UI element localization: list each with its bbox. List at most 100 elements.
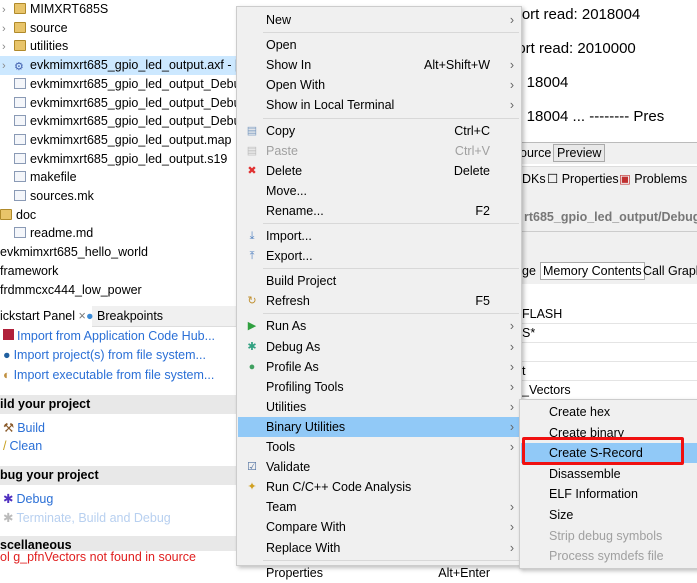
- menu-item-show-in-local-terminal[interactable]: Show in Local Terminal ›: [238, 95, 520, 115]
- tab-properties[interactable]: ☐ Properties: [547, 167, 619, 191]
- refresh-icon: ↻: [247, 295, 257, 308]
- chevron-right-icon: ›: [509, 78, 514, 93]
- tree-item-label: makefile: [30, 170, 77, 185]
- import-from-app-code-hub-link[interactable]: Import from Application Code Hub...: [3, 329, 215, 343]
- link-label: Build: [17, 421, 46, 435]
- menu-item-run-c-c-code-analysis[interactable]: ✦ Run C/C++ Code Analysis: [238, 477, 520, 497]
- menu-item-copy[interactable]: ▤ Copy Ctrl+C: [238, 121, 520, 141]
- chevron-right-icon[interactable]: ›: [2, 20, 14, 39]
- menu-item-delete[interactable]: ✖ Delete Delete: [238, 161, 520, 181]
- menu-item-move[interactable]: Move...: [238, 181, 520, 201]
- menu-item-label: Copy: [266, 123, 296, 138]
- memory-row-label: t: [522, 364, 526, 378]
- chevron-right-icon: ›: [509, 379, 514, 394]
- tab-call-graph[interactable]: Call Graph: [643, 264, 697, 278]
- tree-item-label: utilities: [30, 39, 69, 54]
- copy-icon: ▤: [246, 124, 258, 137]
- tree-item-label: MIMXRT685S: [30, 2, 109, 16]
- menu-item-run-as[interactable]: ▶ Run As ›: [238, 316, 520, 336]
- build-link[interactable]: ⚒ Build: [3, 420, 45, 435]
- submenu-item-elf-information[interactable]: ELF Information: [521, 484, 697, 504]
- menu-item-shortcut: Alt+Enter: [438, 565, 490, 580]
- memory-row[interactable]: S*: [500, 324, 697, 343]
- chevron-right-icon[interactable]: ›: [2, 57, 14, 76]
- memory-row[interactable]: FLASH: [500, 305, 697, 324]
- menu-item-show-in[interactable]: Show In Alt+Shift+W ›: [238, 55, 520, 75]
- file-icon: [14, 96, 26, 108]
- menu-item-shortcut: F5: [475, 294, 490, 309]
- menu-item-replace-with[interactable]: Replace With ›: [238, 538, 520, 558]
- menu-item-profiling-tools[interactable]: Profiling Tools ›: [238, 377, 520, 397]
- menu-item-rename[interactable]: Rename... F2: [238, 201, 520, 221]
- menu-item-new[interactable]: New ›: [238, 10, 520, 30]
- tab-label: Properties: [561, 172, 619, 186]
- menu-item-label: Compare With: [266, 520, 346, 535]
- tab-breakpoints[interactable]: ● Breakpoints: [86, 306, 163, 326]
- menu-item-label: Replace With: [266, 540, 341, 555]
- chevron-right-icon[interactable]: ›: [2, 1, 14, 20]
- tab-memory-contents[interactable]: Memory Contents: [540, 262, 645, 280]
- folder-icon: [14, 3, 26, 14]
- tab-problems[interactable]: ▣ Problems: [619, 167, 687, 191]
- menu-item-label: Tools: [266, 440, 296, 454]
- chevron-right-icon: ›: [509, 520, 514, 535]
- menu-item-build-project[interactable]: Build Project: [238, 271, 520, 291]
- menu-item-profile-as[interactable]: ● Profile As ›: [238, 357, 520, 377]
- memory-row[interactable]: _Vectors: [500, 381, 697, 400]
- chevron-right-icon[interactable]: ›: [2, 38, 14, 57]
- profile-icon: ●: [248, 360, 256, 373]
- tab-usage[interactable]: ge: [522, 264, 536, 278]
- clean-link[interactable]: / Clean: [3, 439, 42, 453]
- close-icon[interactable]: ×: [79, 309, 86, 323]
- tab-label: Problems: [634, 172, 688, 186]
- tab-preview[interactable]: Preview: [553, 144, 606, 162]
- tree-item-label: doc: [16, 207, 37, 222]
- menu-item-label: Paste: [266, 143, 298, 158]
- submenu-item-create-hex[interactable]: Create hex: [521, 402, 697, 422]
- tab-label: ickstart Panel: [0, 309, 76, 323]
- menu-item-binary-utilities[interactable]: Binary Utilities ›: [238, 416, 520, 437]
- menu-item-refresh[interactable]: ↻ Refresh F5: [238, 291, 520, 311]
- tab-quickstart-panel[interactable]: ickstart Panel ×: [0, 306, 92, 327]
- binary-utilities-submenu: Create hex Create binary Create S-Record Di…: [519, 399, 697, 569]
- menu-item-open[interactable]: Open: [238, 35, 520, 55]
- menu-item-label: Debug As: [266, 339, 321, 354]
- console-line: e: 18004 ... -------- Pres: [510, 108, 665, 125]
- terminate-build-debug-link[interactable]: ✱ Terminate, Build and Debug: [3, 510, 171, 525]
- submenu-item-process-symdefs-file[interactable]: Process symdefs file: [521, 546, 697, 566]
- menu-item-paste[interactable]: ▤ Paste Ctrl+V: [238, 141, 520, 161]
- link-label: Import project(s) from file system...: [13, 348, 206, 362]
- submenu-item-strip-debug-symbols[interactable]: Strip debug symbols: [521, 526, 697, 546]
- hammer-icon: ⚒: [3, 421, 15, 435]
- memory-row[interactable]: t: [500, 362, 697, 381]
- menu-item-debug-as[interactable]: ✱ Debug As ›: [238, 337, 520, 357]
- menu-item-properties[interactable]: Properties Alt+Enter: [238, 563, 520, 583]
- breakpoints-icon: ●: [86, 309, 94, 323]
- menu-item-export[interactable]: ⤒ Export...: [238, 246, 520, 266]
- menu-item-tools[interactable]: Tools ›: [238, 437, 520, 457]
- submenu-item-disassemble[interactable]: Disassemble: [521, 464, 697, 484]
- import-executable-link[interactable]: ◐ Import executable from file system...: [3, 368, 214, 382]
- menu-item-team[interactable]: Team ›: [238, 497, 520, 517]
- menu-separator: [263, 223, 519, 224]
- menu-item-compare-with[interactable]: Compare With ›: [238, 517, 520, 537]
- tab-label: Breakpoints: [97, 309, 164, 323]
- paste-icon: ▤: [246, 144, 258, 157]
- debug-link[interactable]: ✱ Debug: [3, 491, 53, 506]
- chevron-right-icon: ›: [509, 540, 514, 555]
- menu-separator: [263, 117, 519, 119]
- menu-item-utilities[interactable]: Utilities ›: [238, 397, 520, 417]
- import-icon: ⤓: [249, 230, 255, 242]
- menu-item-label: Build Project: [266, 274, 337, 289]
- submenu-item-size[interactable]: Size: [521, 505, 697, 525]
- memory-row[interactable]: [500, 343, 697, 362]
- chevron-right-icon: ›: [509, 399, 514, 414]
- menu-item-open-with[interactable]: Open With ›: [238, 75, 520, 95]
- tab-source[interactable]: ource: [520, 146, 551, 160]
- tab-sdks[interactable]: DKs: [522, 167, 546, 191]
- menu-item-validate[interactable]: ☑ Validate: [238, 457, 520, 477]
- import-project-link[interactable]: ● Import project(s) from file system...: [3, 348, 206, 362]
- file-icon: [14, 77, 26, 89]
- broom-icon: /: [3, 439, 7, 453]
- menu-item-import[interactable]: ⤓ Import...: [238, 226, 520, 246]
